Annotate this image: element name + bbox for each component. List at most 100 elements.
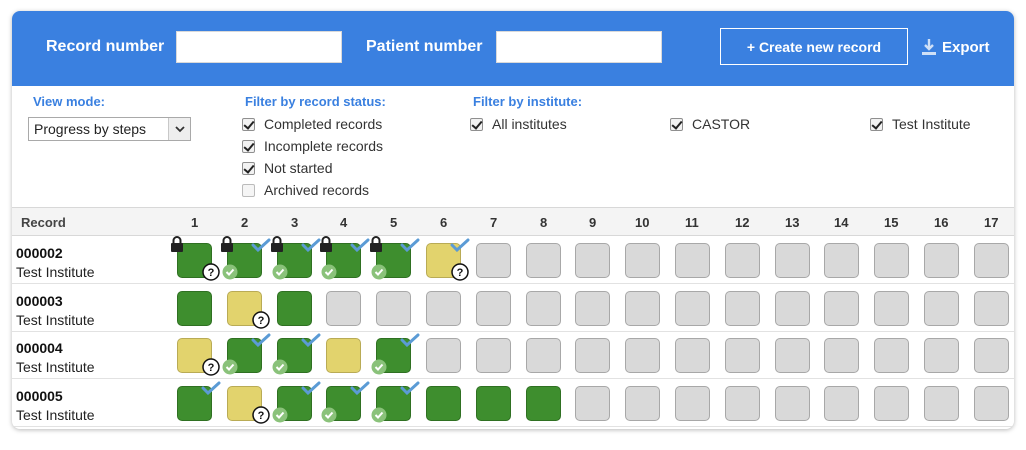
checkbox[interactable] — [670, 117, 683, 131]
patient-number-label: Patient number — [366, 38, 483, 55]
step-cell[interactable] — [974, 243, 1009, 278]
checkbox[interactable] — [242, 139, 255, 153]
step-cell[interactable] — [476, 385, 511, 421]
step-cell[interactable] — [874, 338, 909, 373]
step-header-17: 17 — [984, 215, 999, 230]
status-filter-option-label: Archived records — [264, 182, 370, 198]
step-cell[interactable] — [775, 243, 810, 278]
step-cell[interactable] — [625, 243, 660, 278]
checkmark-icon — [350, 238, 370, 257]
step-cell[interactable] — [874, 243, 909, 278]
toolbar: Record number Patient number + Create ne… — [12, 11, 1014, 86]
step-cell[interactable] — [526, 290, 561, 326]
record-id[interactable]: 000002 — [16, 245, 63, 261]
step-cell[interactable] — [675, 338, 710, 373]
step-cell[interactable] — [775, 290, 810, 326]
step-cell[interactable] — [177, 290, 212, 326]
step-cell[interactable] — [575, 338, 610, 373]
view-mode-select[interactable]: Progress by steps — [28, 117, 191, 141]
step-cell[interactable] — [426, 385, 461, 421]
status-filter-option[interactable]: Not started — [242, 160, 332, 176]
checkbox[interactable] — [470, 117, 483, 131]
records-panel: Record number Patient number + Create ne… — [12, 11, 1014, 429]
table-row[interactable]: 000005 Test Institute? — [12, 379, 1014, 427]
step-cell[interactable] — [476, 243, 511, 278]
checkmark-icon — [251, 238, 271, 257]
step-cell[interactable] — [526, 243, 561, 278]
checkmark-icon — [301, 333, 321, 352]
record-number-input[interactable] — [176, 31, 342, 63]
institute-filter-option-label: CASTOR — [692, 116, 751, 132]
step-cell[interactable] — [575, 385, 610, 421]
step-cell[interactable] — [725, 385, 760, 421]
step-cell[interactable] — [526, 338, 561, 373]
step-header-9: 9 — [589, 215, 597, 230]
patient-number-input[interactable] — [496, 31, 662, 63]
record-id[interactable]: 000003 — [16, 293, 63, 309]
export-button[interactable]: Export — [922, 35, 990, 59]
step-cell[interactable] — [675, 385, 710, 421]
institute-filter-option[interactable]: CASTOR — [670, 116, 750, 132]
table-row[interactable]: 000002 Test Institute?? — [12, 236, 1014, 284]
institute-filter-option[interactable]: All institutes — [470, 116, 567, 132]
step-cell[interactable] — [476, 290, 511, 326]
step-cell[interactable] — [824, 338, 859, 373]
status-filter-option[interactable]: Incomplete records — [242, 138, 383, 154]
step-cell[interactable] — [824, 385, 859, 421]
view-mode-value: Progress by steps — [34, 121, 147, 137]
record-id[interactable]: 000005 — [16, 388, 63, 404]
status-filter-option-label: Completed records — [264, 116, 383, 132]
status-filter-option[interactable]: Archived records — [242, 182, 369, 198]
step-cell[interactable] — [775, 338, 810, 373]
svg-text:?: ? — [258, 315, 265, 327]
question-icon[interactable]: ? — [252, 405, 270, 429]
checkbox[interactable] — [242, 117, 255, 131]
step-cell[interactable] — [824, 243, 859, 278]
export-label: Export — [942, 38, 990, 56]
step-cell[interactable] — [974, 385, 1009, 421]
step-cell[interactable] — [824, 290, 859, 326]
step-cell[interactable] — [924, 338, 959, 373]
step-cell[interactable] — [974, 338, 1009, 373]
step-cell[interactable] — [526, 385, 561, 421]
grid-header: Record 1 2 3 4 5 6 7 8 9 10 11 12 13 14 15 16 17 — [12, 207, 1014, 236]
step-cell[interactable] — [326, 338, 361, 373]
create-record-button[interactable]: + Create new record — [720, 28, 908, 65]
step-cell[interactable] — [675, 243, 710, 278]
view-mode-label: View mode: — [33, 94, 106, 109]
step-cell[interactable] — [924, 385, 959, 421]
step-cell[interactable] — [426, 338, 461, 373]
institute-filter-option[interactable]: Test Institute — [870, 116, 971, 132]
step-cell[interactable] — [476, 338, 511, 373]
step-cell[interactable] — [625, 290, 660, 326]
step-header-11: 11 — [685, 215, 699, 230]
step-cell[interactable] — [924, 290, 959, 326]
step-cell[interactable] — [874, 290, 909, 326]
step-cell[interactable] — [426, 290, 461, 326]
step-cell[interactable] — [974, 290, 1009, 326]
step-cell[interactable] — [575, 243, 610, 278]
table-row[interactable]: 000003 Test Institute? — [12, 284, 1014, 332]
status-filter-option[interactable]: Completed records — [242, 116, 382, 132]
checkbox[interactable] — [242, 183, 255, 197]
step-cell[interactable] — [924, 243, 959, 278]
step-cell[interactable] — [376, 290, 411, 326]
step-cell[interactable] — [725, 243, 760, 278]
checkbox[interactable] — [870, 117, 883, 131]
step-cell[interactable] — [326, 290, 361, 326]
lock-icon — [170, 236, 184, 257]
step-cell[interactable] — [277, 290, 312, 326]
step-cell[interactable] — [575, 290, 610, 326]
record-id[interactable]: 000004 — [16, 340, 63, 356]
step-cell[interactable] — [725, 338, 760, 373]
step-cell[interactable] — [675, 290, 710, 326]
checkmark-icon — [301, 381, 321, 400]
step-cell[interactable] — [625, 338, 660, 373]
step-cell[interactable] — [725, 290, 760, 326]
checkbox[interactable] — [242, 161, 255, 175]
green-check-circle-icon — [371, 264, 387, 285]
step-cell[interactable] — [775, 385, 810, 421]
step-cell[interactable] — [874, 385, 909, 421]
table-row[interactable]: 000004 Test Institute? — [12, 331, 1014, 379]
step-cell[interactable] — [625, 385, 660, 421]
